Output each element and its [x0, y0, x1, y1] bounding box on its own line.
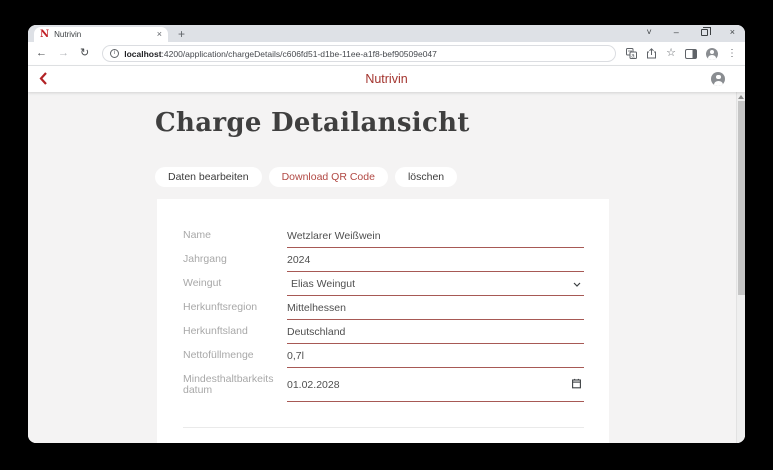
forward-icon: → — [58, 48, 69, 59]
minimize-icon[interactable]: – — [674, 28, 679, 37]
reload-icon[interactable]: ↻ — [80, 48, 89, 59]
back-icon[interactable]: ← — [36, 48, 47, 59]
form-row: Mindesthaltbarkeitsdatum 01.02.2028 — [183, 368, 584, 402]
close-icon[interactable]: × — [730, 28, 735, 37]
herkunftsland-input[interactable]: Deutschland — [287, 320, 584, 344]
scroll-up-arrow-icon[interactable] — [738, 95, 744, 99]
herkunftsregion-label: Herkunftsregion — [183, 296, 287, 320]
form-row: Nettofüllmenge 0,7l — [183, 344, 584, 368]
nettofuellmenge-label: Nettofüllmenge — [183, 344, 287, 368]
mhd-date-input[interactable]: 01.02.2028 — [287, 368, 584, 402]
address-bar[interactable]: i localhost:4200/application/chargeDetai… — [102, 45, 616, 62]
edit-data-button[interactable]: Daten bearbeiten — [155, 167, 262, 187]
mhd-label: Mindesthaltbarkeitsdatum — [183, 368, 287, 402]
tab-strip: N Nutrivin × + ˅ – × — [28, 25, 745, 42]
charge-form: Name Wetzlarer Weißwein Jahrgang 2024 We… — [157, 199, 609, 428]
profile-avatar-icon[interactable] — [706, 48, 718, 60]
app-header: Nutrivin — [28, 66, 745, 92]
form-row: Herkunftsland Deutschland — [183, 320, 584, 344]
app-title: Nutrivin — [28, 72, 745, 86]
form-row: Jahrgang 2024 — [183, 248, 584, 272]
translate-icon[interactable]: a — [626, 48, 637, 59]
share-icon[interactable] — [646, 48, 657, 59]
url-host: localhost — [124, 49, 161, 59]
download-qr-button[interactable]: Download QR Code — [269, 167, 388, 187]
favicon-icon: N — [40, 30, 49, 40]
site-info-icon[interactable]: i — [110, 49, 119, 58]
tab-title: Nutrivin — [54, 30, 152, 39]
browser-tab[interactable]: N Nutrivin × — [34, 27, 168, 42]
tab-close-icon[interactable]: × — [157, 30, 162, 39]
side-panel-icon[interactable] — [685, 49, 697, 59]
url-path: :4200/application/chargeDetails/c606fd51… — [162, 49, 437, 59]
jahrgang-input[interactable]: 2024 — [287, 248, 584, 272]
nettofuellmenge-input[interactable]: 0,7l — [287, 344, 584, 368]
form-row: Name Wetzlarer Weißwein — [183, 224, 584, 248]
detail-card: Name Wetzlarer Weißwein Jahrgang 2024 We… — [157, 199, 609, 443]
page-content: Charge Detailansicht Daten bearbeiten Do… — [28, 92, 745, 443]
chevron-down-icon — [573, 278, 581, 290]
window-controls: ˅ – × — [646, 25, 735, 40]
action-buttons: Daten bearbeiten Download QR Code lösche… — [155, 167, 457, 187]
user-avatar-icon[interactable] — [711, 72, 725, 86]
url-text: localhost:4200/application/chargeDetails… — [124, 49, 437, 59]
toolbar-icons: a ☆ ⋮ — [626, 48, 737, 60]
name-label: Name — [183, 224, 287, 248]
herkunftsland-label: Herkunftsland — [183, 320, 287, 344]
browser-toolbar: ← → ↻ i localhost:4200/application/charg… — [28, 42, 745, 66]
weingut-select[interactable]: Elias Weingut — [287, 272, 584, 296]
delete-button[interactable]: löschen — [395, 167, 457, 187]
calendar-icon[interactable] — [572, 378, 581, 391]
page-title: Charge Detailansicht — [155, 108, 470, 138]
browser-window: N Nutrivin × + ˅ – × ← → ↻ i localhost:4… — [28, 25, 745, 443]
card-divider — [183, 427, 584, 428]
form-row: Weingut Elias Weingut — [183, 272, 584, 296]
scrollbar-thumb[interactable] — [738, 101, 745, 295]
menu-kebab-icon[interactable]: ⋮ — [727, 49, 737, 59]
new-tab-button[interactable]: + — [178, 28, 185, 40]
window-menu-icon[interactable]: ˅ — [646, 28, 651, 37]
bookmark-star-icon[interactable]: ☆ — [666, 48, 676, 59]
page-scrollbar[interactable] — [736, 92, 745, 443]
restore-icon[interactable] — [701, 29, 708, 36]
weingut-label: Weingut — [183, 272, 287, 296]
form-row: Herkunftsregion Mittelhessen — [183, 296, 584, 320]
herkunftsregion-input[interactable]: Mittelhessen — [287, 296, 584, 320]
name-input[interactable]: Wetzlarer Weißwein — [287, 224, 584, 248]
jahrgang-label: Jahrgang — [183, 248, 287, 272]
